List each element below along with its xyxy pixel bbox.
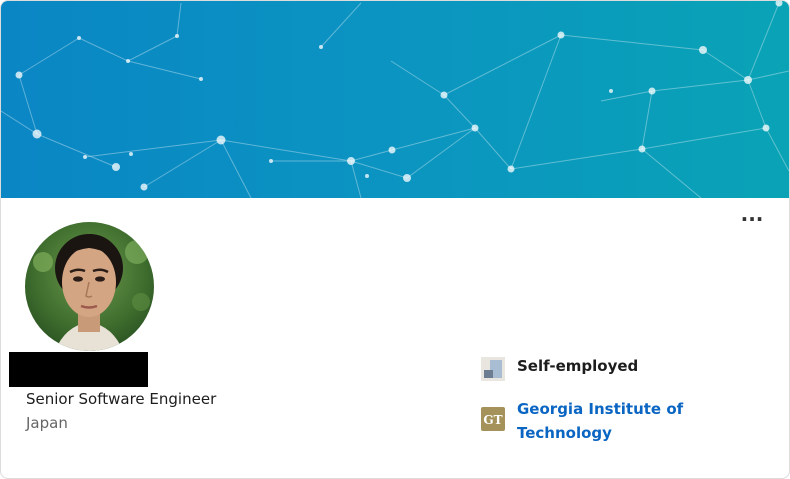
company-placeholder-icon <box>481 357 505 381</box>
georgia-tech-logo-icon: GT <box>481 407 505 431</box>
more-actions-button[interactable]: ··· <box>734 207 770 239</box>
profile-photo <box>25 222 154 351</box>
profile-headline: Senior Software Engineer <box>26 390 217 408</box>
more-horizontal-icon: ··· <box>740 207 764 231</box>
education-school[interactable]: GT Georgia Institute of Technology <box>481 397 717 445</box>
profile-card: ··· Senior Software Engineer Japan Self-… <box>0 0 790 479</box>
profile-location: Japan <box>26 414 68 432</box>
profile-banner <box>1 1 789 198</box>
school-name-link[interactable]: Georgia Institute of Technology <box>517 397 717 445</box>
company-name: Self-employed <box>517 357 639 375</box>
network-pattern <box>1 1 789 198</box>
svg-text:GT: GT <box>483 413 502 427</box>
avatar[interactable] <box>25 222 154 351</box>
redacted-name <box>9 352 148 387</box>
current-company[interactable]: Self-employed <box>481 355 638 381</box>
